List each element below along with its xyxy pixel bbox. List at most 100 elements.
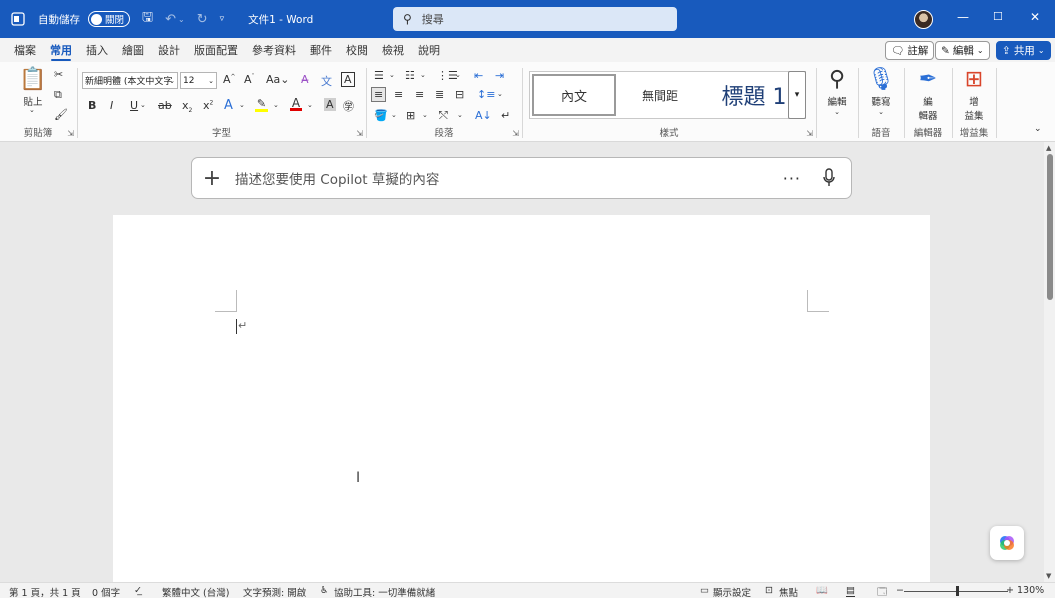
asian-layout-icon[interactable]: ⤲	[439, 109, 448, 123]
grow-font-icon[interactable]: A^	[223, 73, 236, 86]
tab-design[interactable]: 設計	[151, 38, 187, 62]
tab-help[interactable]: 說明	[411, 38, 447, 62]
tab-home[interactable]: 常用	[43, 38, 79, 62]
plus-icon[interactable]: +	[202, 166, 222, 191]
shrink-font-icon[interactable]: Aˇ	[244, 73, 255, 86]
close-icon[interactable]: ✕	[1030, 10, 1040, 24]
chevron-down-icon[interactable]: ⌄	[140, 101, 146, 109]
document-page[interactable]: ↵ I	[113, 215, 930, 582]
focus-button[interactable]: 焦點	[779, 585, 798, 598]
copy-icon[interactable]: ⧉	[54, 88, 62, 102]
zoom-slider-thumb[interactable]	[956, 586, 959, 596]
paste-button[interactable]: 📋 貼上	[18, 66, 48, 108]
collapse-ribbon-icon[interactable]: ⌄	[1034, 124, 1042, 134]
launcher-icon[interactable]: ⇲	[512, 129, 519, 138]
scrollbar-thumb[interactable]	[1047, 154, 1053, 300]
character-shading-icon[interactable]: A	[324, 98, 336, 111]
chevron-down-icon[interactable]: ⌄	[389, 71, 395, 79]
font-size-select[interactable]: 12 ⌄	[180, 72, 217, 89]
microphone-icon[interactable]	[823, 168, 835, 191]
borders-icon[interactable]: ⊞	[406, 109, 415, 122]
launcher-icon[interactable]: ⇲	[67, 129, 74, 138]
share-button[interactable]: ⇪ 共用 ⌄	[996, 41, 1051, 60]
numbering-icon[interactable]: ☷	[405, 69, 415, 82]
shading-icon[interactable]: 🪣	[374, 109, 388, 122]
increase-indent-icon[interactable]: ⇥	[495, 69, 504, 82]
font-color-icon[interactable]: A	[290, 96, 302, 111]
copilot-prompt-input[interactable]: + 描述您要使用 Copilot 草擬的內容 ···	[191, 157, 852, 199]
tab-layout[interactable]: 版面配置	[187, 38, 245, 62]
align-center-icon[interactable]: ≡	[394, 88, 403, 101]
format-painter-icon[interactable]: 🖌	[54, 108, 68, 121]
line-spacing-icon[interactable]: ↕≡	[477, 88, 495, 101]
change-case-icon[interactable]: Aa⌄	[266, 73, 289, 86]
font-name-select[interactable]: 新細明體 (本文中文字 ⌄	[82, 72, 178, 89]
subscript-icon[interactable]: x2	[182, 99, 192, 114]
more-options-icon[interactable]: ···	[783, 169, 801, 188]
show-formatting-marks-icon[interactable]: ↵	[501, 109, 510, 122]
word-app-icon[interactable]	[0, 12, 36, 26]
proofing-icon[interactable]: ✓̲	[134, 585, 142, 596]
find-button[interactable]: ⚲ 編輯 ⌄	[819, 66, 855, 116]
chevron-down-icon[interactable]: ⌄	[307, 101, 313, 109]
launcher-icon[interactable]: ⇲	[356, 129, 363, 138]
vertical-scrollbar[interactable]: ▲ ▼	[1044, 142, 1055, 582]
read-mode-icon[interactable]: 📖	[816, 585, 828, 596]
undo-icon[interactable]: ↶	[165, 12, 176, 27]
undo-dropdown-icon[interactable]: ⌄	[178, 15, 185, 24]
web-layout-icon[interactable]: 🗔	[877, 585, 887, 598]
page-count[interactable]: 第 1 頁，共 1 頁	[9, 585, 81, 598]
autosave-toggle[interactable]: 關閉	[88, 11, 130, 27]
tab-mailings[interactable]: 郵件	[303, 38, 339, 62]
tab-review[interactable]: 校閱	[339, 38, 375, 62]
tab-draw[interactable]: 繪圖	[115, 38, 151, 62]
tab-file[interactable]: 檔案	[7, 38, 43, 62]
chevron-down-icon[interactable]: ⌄	[422, 111, 428, 119]
italic-icon[interactable]: I	[110, 99, 113, 112]
minimize-icon[interactable]: —	[957, 10, 969, 24]
chevron-down-icon[interactable]: ⌄	[455, 71, 461, 79]
chevron-down-icon[interactable]: ⌄	[273, 101, 279, 109]
align-right-icon[interactable]: ≡	[415, 88, 424, 101]
justify-icon[interactable]: ≣	[435, 88, 444, 101]
bold-icon[interactable]: B	[88, 99, 96, 112]
tab-references[interactable]: 參考資料	[245, 38, 303, 62]
launcher-icon[interactable]: ⇲	[806, 129, 813, 138]
character-border-icon[interactable]: A	[341, 72, 355, 87]
zoom-level[interactable]: 130%	[1017, 585, 1044, 596]
addins-button[interactable]: ⊞ 增 益集	[956, 66, 992, 122]
editing-mode-button[interactable]: ✎ 編輯 ⌄	[935, 41, 990, 60]
redo-icon[interactable]: ↻	[197, 12, 208, 27]
maximize-icon[interactable]: ☐	[993, 10, 1003, 23]
phonetic-guide-icon[interactable]: 文	[321, 73, 332, 89]
text-prediction-status[interactable]: 文字預測: 開啟	[243, 585, 306, 598]
distributed-icon[interactable]: ⊟	[455, 88, 464, 101]
scroll-up-icon[interactable]: ▲	[1046, 144, 1051, 152]
align-left-icon[interactable]: ≡	[371, 87, 387, 102]
zoom-out-icon[interactable]: −	[896, 585, 904, 596]
text-effects-icon[interactable]: A	[224, 98, 233, 113]
zoom-in-icon[interactable]: +	[1006, 585, 1014, 596]
copilot-button[interactable]	[990, 526, 1024, 560]
chevron-down-icon[interactable]: ⌄	[497, 90, 503, 98]
tab-insert[interactable]: 插入	[79, 38, 115, 62]
chevron-down-icon[interactable]: ⌄	[29, 106, 35, 114]
chevron-down-icon[interactable]: ⌄	[420, 71, 426, 79]
avatar[interactable]	[914, 10, 933, 29]
superscript-icon[interactable]: x2	[203, 99, 213, 112]
strikethrough-icon[interactable]: ab	[158, 99, 172, 112]
underline-icon[interactable]: U	[130, 99, 138, 112]
enclose-characters-icon[interactable]: ㊫	[343, 98, 354, 114]
clear-formatting-icon[interactable]: A̶	[301, 73, 309, 86]
search-input[interactable]: ⚲ 搜尋	[393, 7, 677, 31]
customize-toolbar-icon[interactable]: ▿	[220, 14, 225, 24]
accessibility-status[interactable]: 協助工具: 一切準備就緒	[334, 585, 435, 598]
scroll-down-icon[interactable]: ▼	[1046, 572, 1051, 580]
decrease-indent-icon[interactable]: ⇤	[474, 69, 483, 82]
chevron-down-icon[interactable]: ⌄	[391, 111, 397, 119]
word-count[interactable]: 0 個字	[92, 585, 120, 598]
save-icon[interactable]: 🖫	[142, 8, 153, 30]
chevron-down-icon[interactable]: ⌄	[457, 111, 463, 119]
comments-button[interactable]: 🗨 註解	[885, 41, 935, 60]
language-status[interactable]: 繁體中文 (台灣)	[162, 585, 229, 598]
